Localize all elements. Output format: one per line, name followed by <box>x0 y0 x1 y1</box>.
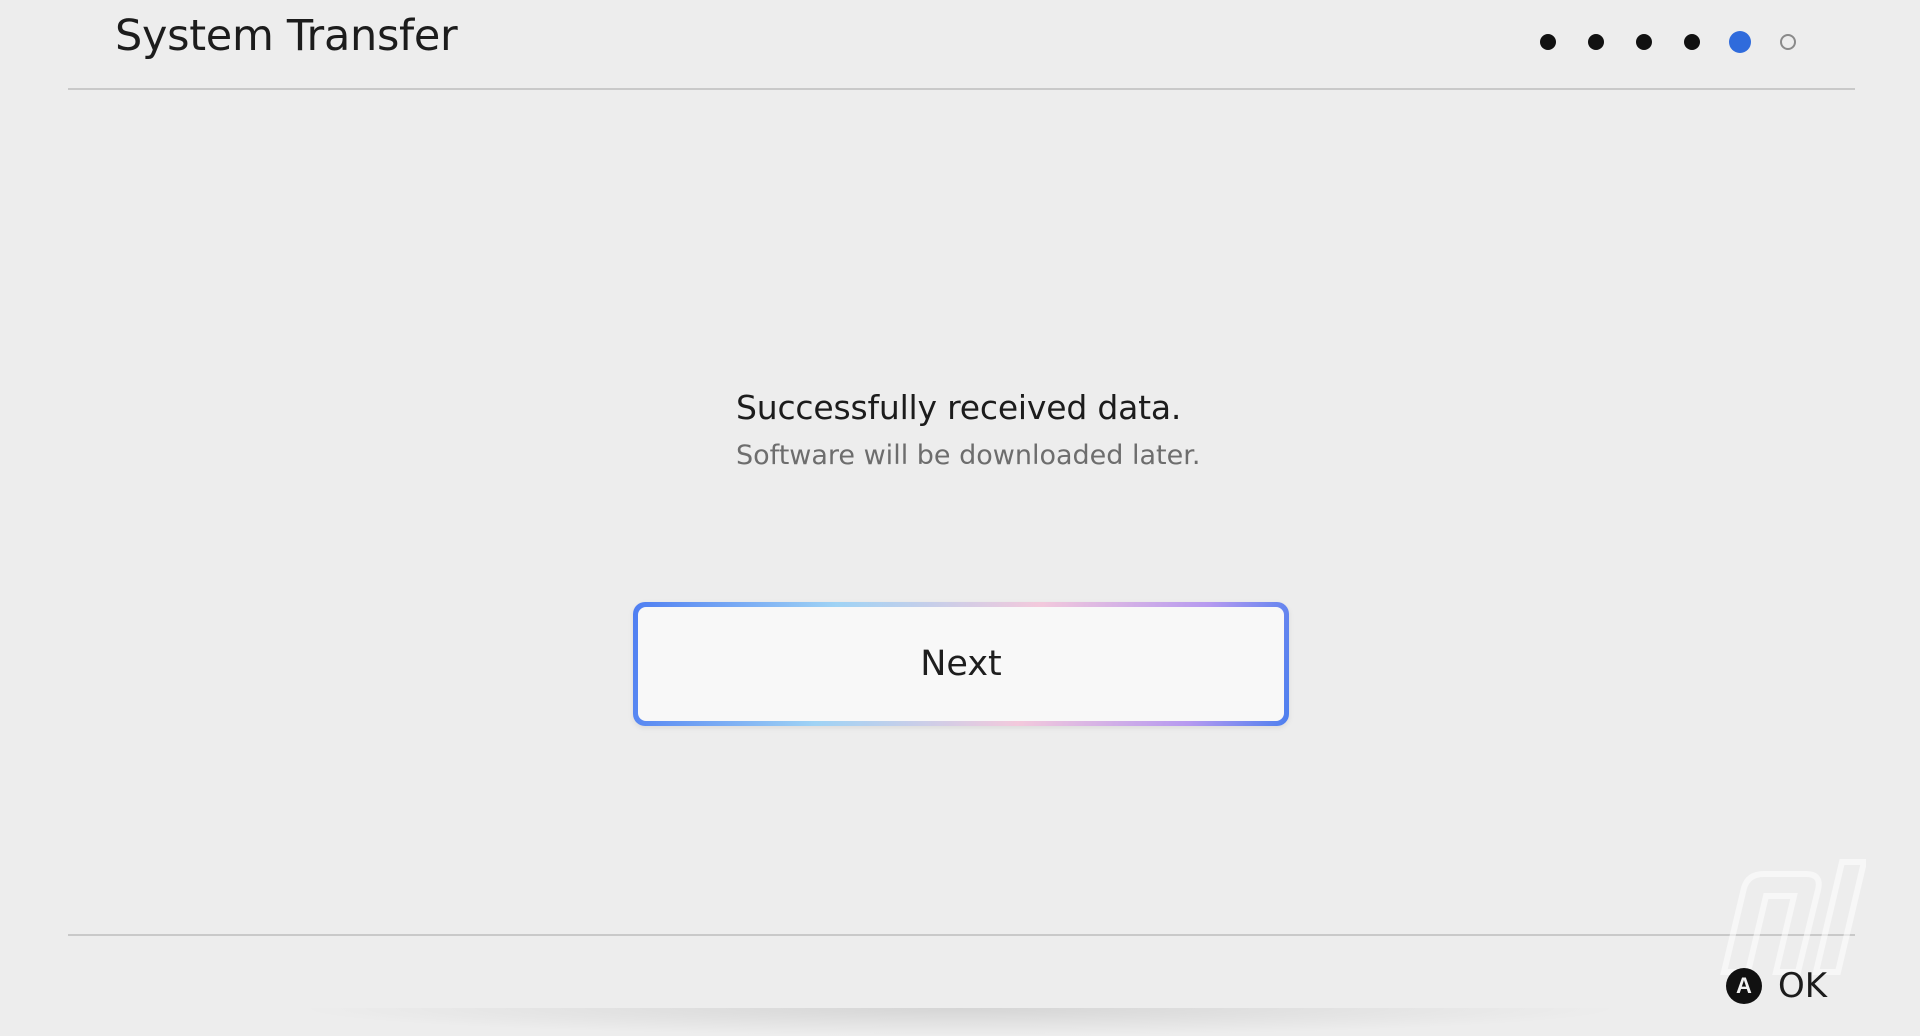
message-subtitle: Software will be downloaded later. <box>736 440 1201 471</box>
system-transfer-screen: System Transfer Successfully received da… <box>0 0 1920 1036</box>
page-title: System Transfer <box>115 11 458 61</box>
status-message: Successfully received data. Software wil… <box>736 380 1436 478</box>
next-button-label: Next <box>638 607 1284 721</box>
progress-dot-complete <box>1684 34 1700 50</box>
progress-dot-complete <box>1636 34 1652 50</box>
progress-dot-pending <box>1780 34 1796 50</box>
ok-label: OK <box>1778 966 1828 1006</box>
header-divider <box>68 88 1855 90</box>
a-button-icon: A <box>1726 968 1762 1004</box>
footer-divider <box>68 934 1855 936</box>
header: System Transfer <box>0 0 1920 90</box>
message-title: Successfully received data. <box>736 388 1182 427</box>
progress-indicator <box>1540 30 1796 54</box>
footer-shadow <box>290 1008 1630 1036</box>
progress-dot-complete <box>1588 34 1604 50</box>
progress-dot-complete <box>1540 34 1556 50</box>
next-button[interactable]: Next <box>633 602 1289 726</box>
nl-watermark-logo <box>1720 859 1866 975</box>
ok-hint[interactable]: A OK <box>1726 965 1827 1007</box>
progress-dot-current <box>1729 31 1751 53</box>
